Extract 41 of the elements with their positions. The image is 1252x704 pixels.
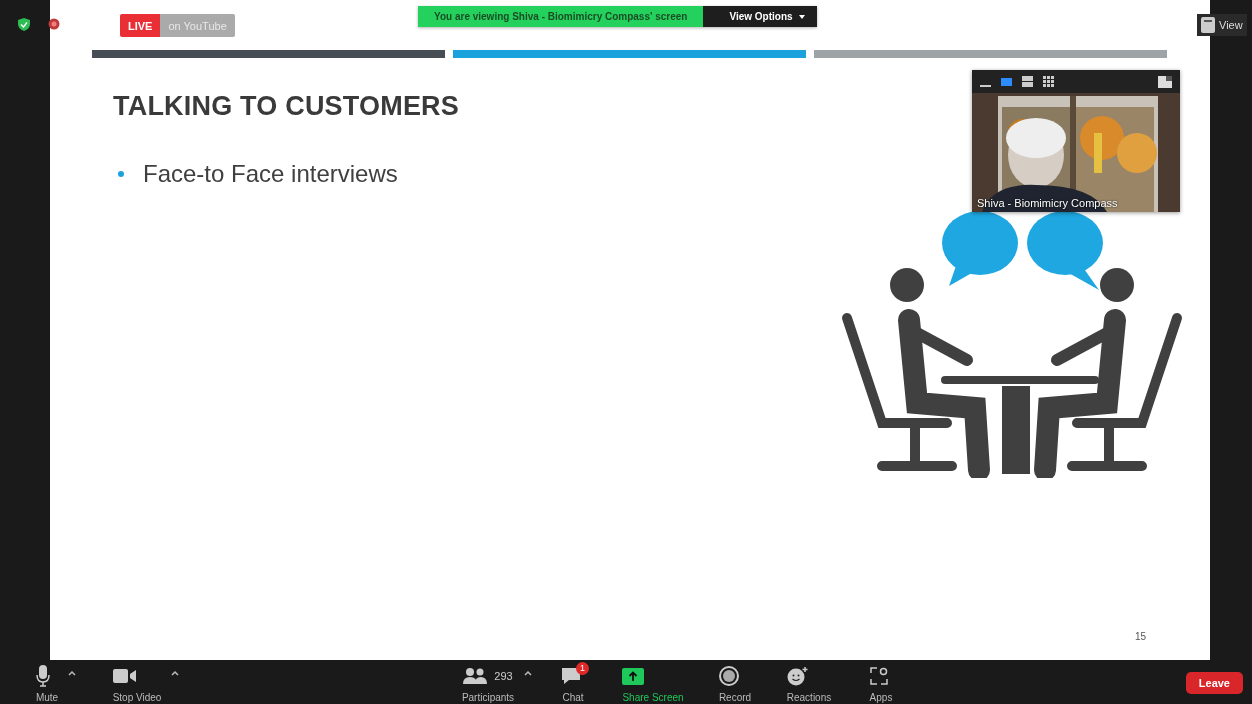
platform-label: on YouTube <box>160 14 235 37</box>
record-button[interactable]: Record <box>712 660 758 704</box>
live-label: LIVE <box>120 14 161 37</box>
microphone-icon <box>35 665 50 688</box>
recording-dot-icon <box>48 18 60 30</box>
participant-name: Shiva - Biomimicry Compass <box>977 197 1118 209</box>
caret-icon[interactable] <box>171 670 180 676</box>
live-stream-button[interactable]: LIVE on YouTube <box>120 14 235 37</box>
sharing-banner: You are viewing Shiva - Biomimicry Compass' screen <box>418 6 704 27</box>
participant-count: 293 <box>494 670 513 683</box>
smiley-icon <box>786 666 809 687</box>
caret-icon <box>798 14 805 19</box>
exit-panel-icon[interactable] <box>1158 75 1172 88</box>
record-icon <box>718 666 739 687</box>
shield-icon[interactable] <box>18 18 30 31</box>
share-screen-icon <box>622 667 645 685</box>
leave-button[interactable]: Leave <box>1185 672 1243 694</box>
video-camera-icon <box>112 669 137 684</box>
window-icon <box>1201 17 1215 33</box>
apps-button[interactable]: Apps <box>863 660 899 704</box>
video-button[interactable]: Stop Video <box>106 660 168 704</box>
strip-layout-icon[interactable] <box>1022 76 1033 87</box>
people-icon <box>463 668 488 685</box>
caret-icon[interactable] <box>68 670 77 676</box>
mic-button[interactable]: Mute <box>29 660 65 704</box>
bullet-text: Face-to Face interviews <box>143 160 398 188</box>
participants-button[interactable]: 293 Participants <box>455 660 521 704</box>
reactions-button[interactable]: Reactions <box>780 660 838 704</box>
chat-bubble-icon <box>561 667 581 686</box>
chat-button[interactable]: 1 Chat <box>555 660 591 704</box>
share-button[interactable]: Share Screen <box>616 660 690 704</box>
notification-badge: 1 <box>576 662 589 676</box>
caret-icon[interactable] <box>524 670 533 676</box>
slide-title: TALKING TO CUSTOMERS <box>113 91 460 122</box>
speaker-layout-icon[interactable] <box>1001 76 1012 87</box>
view-button[interactable]: View <box>1197 14 1247 36</box>
bullet-icon <box>118 171 124 177</box>
view-options-button[interactable]: View Options <box>703 6 817 27</box>
grid-layout-icon[interactable] <box>1043 76 1054 87</box>
slide-number: 15 <box>1134 631 1146 642</box>
apps-icon <box>869 667 888 686</box>
